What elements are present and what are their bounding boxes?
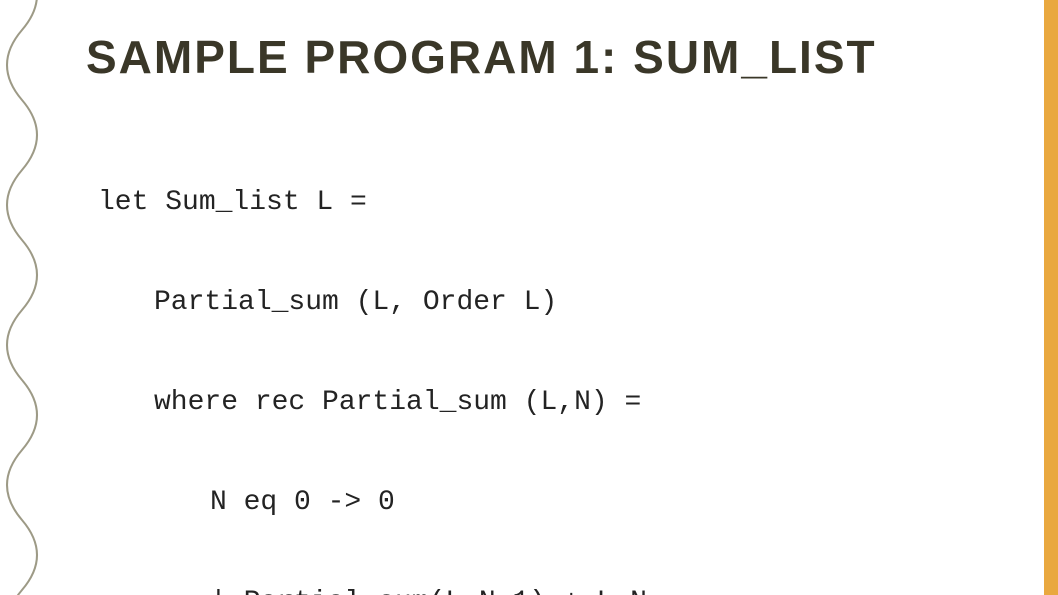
slide: SAMPLE PROGRAM 1: SUM_LIST let Sum_list … [0,0,1058,595]
decorative-right-bar [1044,0,1058,595]
slide-title: SAMPLE PROGRAM 1: SUM_LIST [86,30,877,84]
code-line: let Sum_list L = [98,178,787,228]
code-line: Partial_sum (L, Order L) [98,278,787,328]
code-line: | Partial_sum(L,N-1) + L N [98,578,787,595]
code-line: N eq 0 -> 0 [98,478,787,528]
code-block: let Sum_list L = Partial_sum (L, Order L… [98,128,787,595]
decorative-wave [0,0,68,595]
code-line: where rec Partial_sum (L,N) = [98,378,787,428]
